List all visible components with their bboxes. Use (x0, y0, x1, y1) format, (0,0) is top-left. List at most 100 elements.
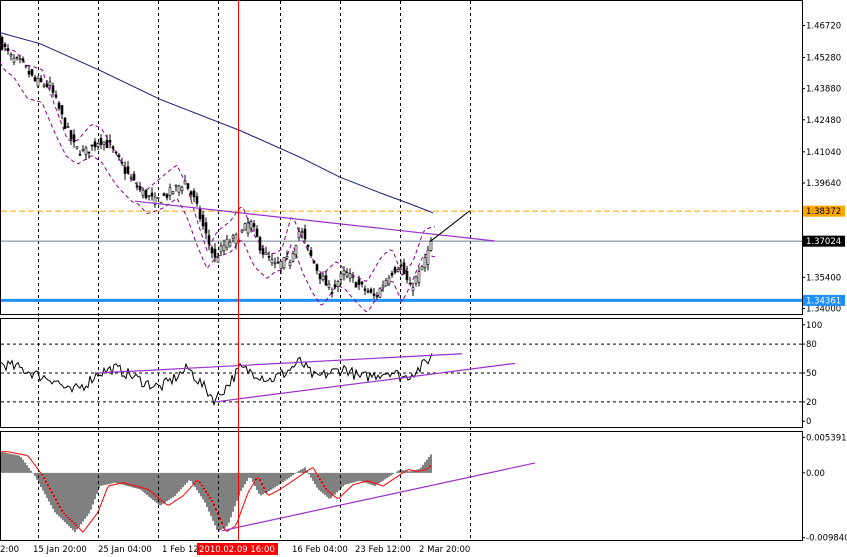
candle-body (303, 228, 307, 240)
time-label: 23 Feb 12:00 (355, 545, 411, 555)
histogram-tick-label: 0.005391 (806, 433, 847, 443)
candle-body (357, 279, 361, 285)
time-label: 15 Jan 20:00 (33, 545, 87, 555)
candle-body (171, 191, 175, 194)
candle-body (114, 151, 118, 154)
candle-body (426, 249, 430, 265)
candle-body (420, 266, 424, 271)
candle-body (75, 146, 79, 149)
candle-body (297, 231, 301, 239)
candle-body (27, 70, 31, 75)
price-tick-label: 1.42480 (806, 116, 841, 126)
price-labels: 1.38372 1.37024 1.34361 (803, 205, 845, 306)
candle-body (42, 84, 46, 87)
candle-body (72, 134, 76, 143)
oscillator-panel-frame[interactable] (0, 318, 803, 428)
candle-body (54, 94, 58, 98)
candle-body (66, 126, 70, 128)
candle-body (204, 222, 208, 234)
trading-chart[interactable]: 1.46720 1.45280 1.43880 1.42480 1.41040 1.396… (0, 0, 847, 557)
candle-body (291, 253, 295, 262)
candle-body (9, 54, 13, 57)
candle-body (387, 277, 391, 285)
candle-body (348, 273, 352, 279)
oscillator-tick-label: 0 (806, 417, 811, 427)
histogram-panel-frame[interactable] (0, 431, 803, 541)
price-label-text: 1.38372 (806, 207, 841, 217)
candle-body (12, 57, 16, 63)
candle-body (219, 245, 223, 253)
candle-body (366, 290, 370, 293)
candle-body (90, 144, 94, 147)
candle-body (123, 167, 127, 174)
candle-body (249, 221, 253, 229)
candle-body (147, 195, 151, 197)
candle-body (174, 184, 178, 187)
candle-body (138, 186, 142, 191)
candle-body (177, 185, 181, 193)
candle-body (246, 222, 250, 234)
candle-body (99, 138, 103, 145)
candle-body (276, 261, 280, 264)
candle-body (18, 58, 22, 60)
candle-body (324, 275, 328, 286)
candle-body (144, 190, 148, 199)
candle-body (429, 240, 433, 251)
oscillator-tick-label: 20 (806, 398, 817, 408)
candle-body (372, 293, 376, 296)
time-label: 1 Feb 12 (162, 545, 199, 555)
envelope-lower-band (0, 62, 436, 313)
candle-body (105, 139, 109, 149)
price-tick-label: 1.39640 (806, 179, 841, 189)
candle-body (369, 289, 373, 293)
candle-body (156, 197, 160, 199)
candle-body (33, 77, 37, 82)
price-trendline[interactable] (134, 200, 496, 242)
candle-body (189, 191, 193, 195)
oscillator-tick-label: 100 (806, 321, 822, 331)
oscillator-axis: 100 80 50 20 0 (802, 321, 822, 427)
candle-body (162, 193, 166, 196)
candle-body (240, 229, 244, 233)
price-trendlines[interactable] (134, 200, 496, 243)
candle-body (198, 208, 202, 220)
candle-body (405, 271, 409, 281)
candle-body (318, 273, 322, 280)
horizontal-price-lines[interactable] (1, 210, 802, 302)
candle-body (36, 78, 40, 87)
candle-body (129, 176, 133, 179)
oscillator-tick-label: 80 (806, 340, 817, 350)
candle-body (375, 295, 379, 297)
candle-body (243, 223, 247, 231)
oscillator-lower-trendline[interactable] (214, 362, 516, 403)
time-label: 2:00 (0, 545, 19, 555)
candle-body (255, 228, 259, 237)
candle-body (186, 183, 190, 189)
candle-body (0, 36, 4, 50)
candle-body (384, 280, 388, 287)
price-label-text: 1.34361 (806, 296, 841, 306)
candle-body (261, 248, 265, 255)
candle-body (51, 85, 55, 93)
candle-body (111, 146, 115, 149)
oscillator-trendlines[interactable] (97, 353, 516, 403)
candle-body (264, 251, 268, 255)
candle-body (423, 257, 427, 268)
candle-body (414, 276, 418, 284)
candle-body (381, 285, 385, 289)
candle-body (165, 194, 169, 198)
candle-body (417, 271, 421, 283)
price-label-text: 1.37024 (806, 237, 841, 247)
candle-body (252, 223, 256, 228)
candle-body (222, 244, 226, 252)
candle-body (333, 284, 337, 288)
candle-body (315, 264, 319, 271)
candle-body (336, 281, 340, 288)
candle-body (3, 43, 7, 47)
time-label: 2 Mar 20:00 (419, 545, 470, 555)
candle-body (48, 81, 52, 86)
candle-body (15, 56, 19, 59)
histogram-tick-label: 0.00 (806, 469, 825, 479)
candle-body (285, 256, 289, 259)
candle-body (327, 283, 331, 288)
